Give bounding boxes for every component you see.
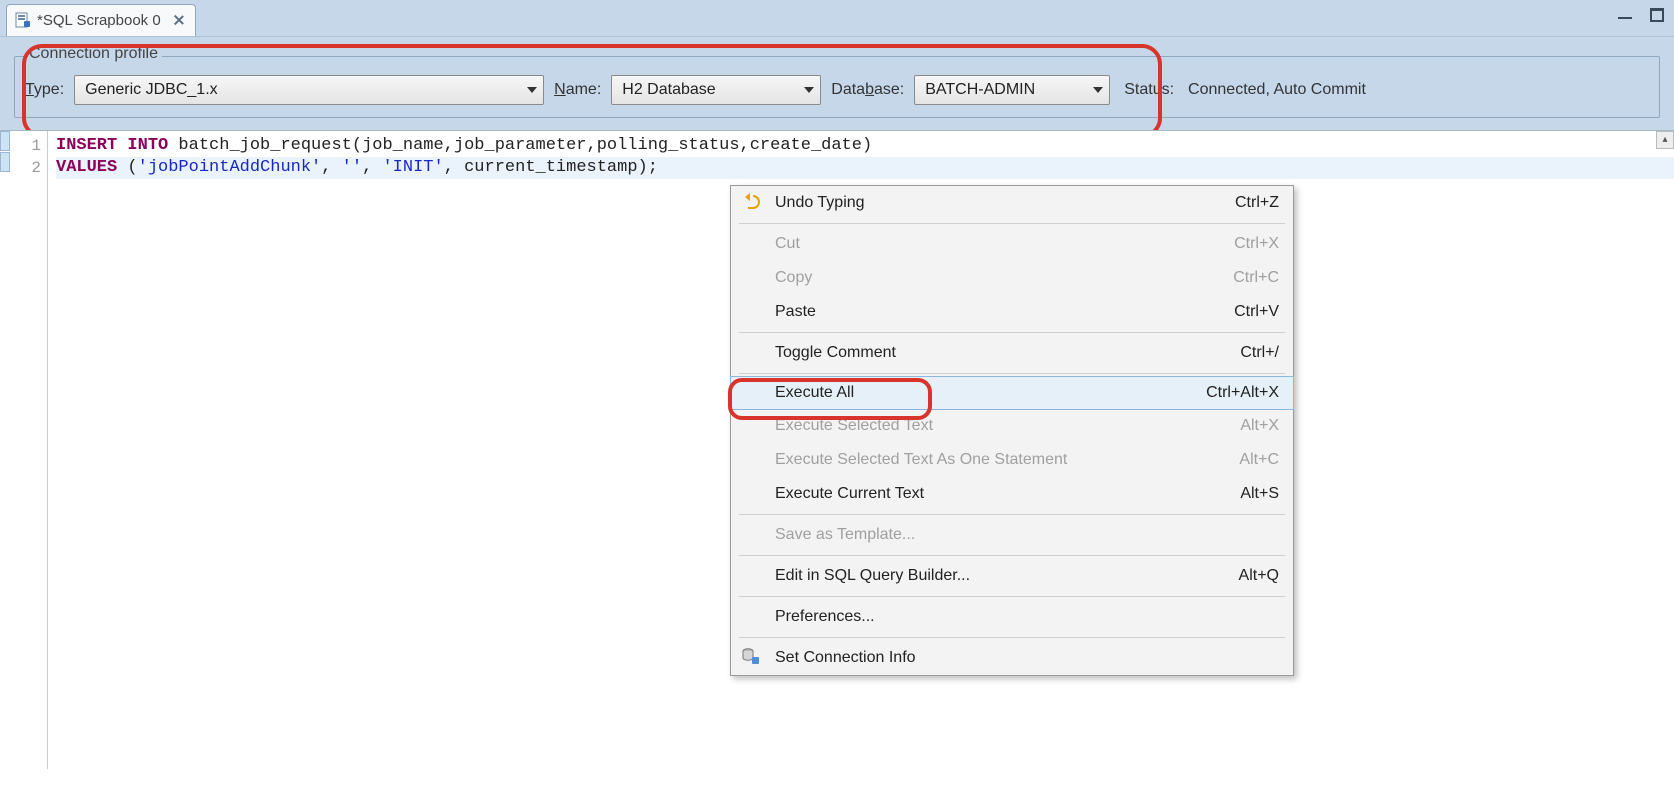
connection-profile-legend: Connection profile: [25, 45, 162, 63]
connection-row: Type: Generic JDBC_1.x Name: H2 Database…: [25, 75, 1649, 105]
menu-label: Set Connection Info: [771, 649, 1279, 667]
window-controls: [1618, 8, 1664, 22]
menu-edit-query-builder[interactable]: Edit in SQL Query Builder... Alt+Q: [731, 559, 1293, 593]
menu-execute-current[interactable]: Execute Current Text Alt+S: [731, 477, 1293, 511]
menu-shortcut: Ctrl+/: [1240, 344, 1279, 362]
name-value: H2 Database: [622, 81, 715, 99]
menu-label: Execute Selected Text: [771, 417, 1240, 435]
gutter-marks: [0, 131, 12, 173]
database-value: BATCH-ADMIN: [925, 81, 1035, 99]
menu-copy: Copy Ctrl+C: [731, 261, 1293, 295]
menu-shortcut: Ctrl+X: [1234, 235, 1279, 253]
menu-label: Copy: [771, 269, 1233, 287]
menu-separator: [739, 514, 1285, 515]
menu-label: Edit in SQL Query Builder...: [771, 567, 1239, 585]
chevron-down-icon: [527, 87, 537, 93]
maximize-icon[interactable]: [1650, 8, 1664, 22]
menu-separator: [739, 555, 1285, 556]
menu-separator: [739, 373, 1285, 374]
connection-profile-fieldset: Connection profile Type: Generic JDBC_1.…: [14, 47, 1660, 118]
code-line-1: INSERT INTO batch_job_request(job_name,j…: [56, 136, 872, 155]
menu-execute-all[interactable]: Execute All Ctrl+Alt+X: [730, 376, 1294, 410]
menu-shortcut: Ctrl+V: [1234, 303, 1279, 321]
menu-set-connection-info[interactable]: Set Connection Info: [731, 641, 1293, 675]
type-label: Type:: [25, 81, 64, 99]
menu-label: Save as Template...: [771, 526, 1279, 544]
menu-undo-typing[interactable]: Undo Typing Ctrl+Z: [731, 186, 1293, 220]
chevron-down-icon: [1093, 87, 1103, 93]
name-combo[interactable]: H2 Database: [611, 75, 821, 105]
menu-label: Execute Current Text: [771, 485, 1240, 503]
menu-shortcut: Alt+X: [1240, 417, 1279, 435]
name-label: Name:: [554, 81, 601, 99]
menu-shortcut: Ctrl+C: [1233, 269, 1279, 287]
menu-separator: [739, 332, 1285, 333]
status-value: Connected, Auto Commit: [1188, 81, 1366, 99]
sql-file-icon: [15, 12, 31, 28]
menu-label: Preferences...: [771, 608, 1279, 626]
minimize-icon[interactable]: [1618, 8, 1632, 22]
menu-preferences[interactable]: Preferences...: [731, 600, 1293, 634]
database-combo[interactable]: BATCH-ADMIN: [914, 75, 1110, 105]
chevron-down-icon: [804, 87, 814, 93]
menu-shortcut: Alt+S: [1240, 485, 1279, 503]
menu-toggle-comment[interactable]: Toggle Comment Ctrl+/: [731, 336, 1293, 370]
undo-icon: [731, 192, 771, 215]
menu-shortcut: Alt+Q: [1239, 567, 1279, 585]
type-value: Generic JDBC_1.x: [85, 81, 218, 99]
close-icon[interactable]: [173, 14, 185, 26]
tab-title: *SQL Scrapbook 0: [37, 12, 161, 29]
line-gutter: 1 2: [0, 131, 48, 769]
menu-shortcut: Ctrl+Z: [1235, 194, 1279, 212]
menu-save-template: Save as Template...: [731, 518, 1293, 552]
menu-execute-selected-one: Execute Selected Text As One Statement A…: [731, 443, 1293, 477]
menu-shortcut: Alt+C: [1239, 451, 1279, 469]
database-connection-icon: [731, 647, 771, 670]
menu-cut: Cut Ctrl+X: [731, 227, 1293, 261]
menu-separator: [739, 637, 1285, 638]
connection-panel: Connection profile Type: Generic JDBC_1.…: [0, 36, 1674, 130]
type-combo[interactable]: Generic JDBC_1.x: [74, 75, 544, 105]
menu-shortcut: Ctrl+Alt+X: [1206, 384, 1279, 402]
menu-execute-selected: Execute Selected Text Alt+X: [731, 409, 1293, 443]
tab-sql-scrapbook[interactable]: *SQL Scrapbook 0: [6, 4, 196, 36]
menu-label: Toggle Comment: [771, 344, 1240, 362]
menu-label: Execute Selected Text As One Statement: [771, 451, 1239, 469]
menu-label: Paste: [771, 303, 1234, 321]
menu-paste[interactable]: Paste Ctrl+V: [731, 295, 1293, 329]
menu-separator: [739, 596, 1285, 597]
status-label: Status:: [1124, 81, 1174, 99]
database-label: Database:: [831, 81, 904, 99]
menu-label: Cut: [771, 235, 1234, 253]
code-line-2: VALUES ('jobPointAddChunk', '', 'INIT', …: [56, 157, 1674, 179]
tab-bar: *SQL Scrapbook 0: [0, 0, 1674, 36]
menu-label: Undo Typing: [771, 194, 1235, 212]
menu-separator: [739, 223, 1285, 224]
context-menu: Undo Typing Ctrl+Z Cut Ctrl+X Copy Ctrl+…: [730, 185, 1294, 676]
scroll-up-button[interactable]: ▴: [1656, 131, 1674, 149]
menu-label: Execute All: [771, 384, 1206, 402]
